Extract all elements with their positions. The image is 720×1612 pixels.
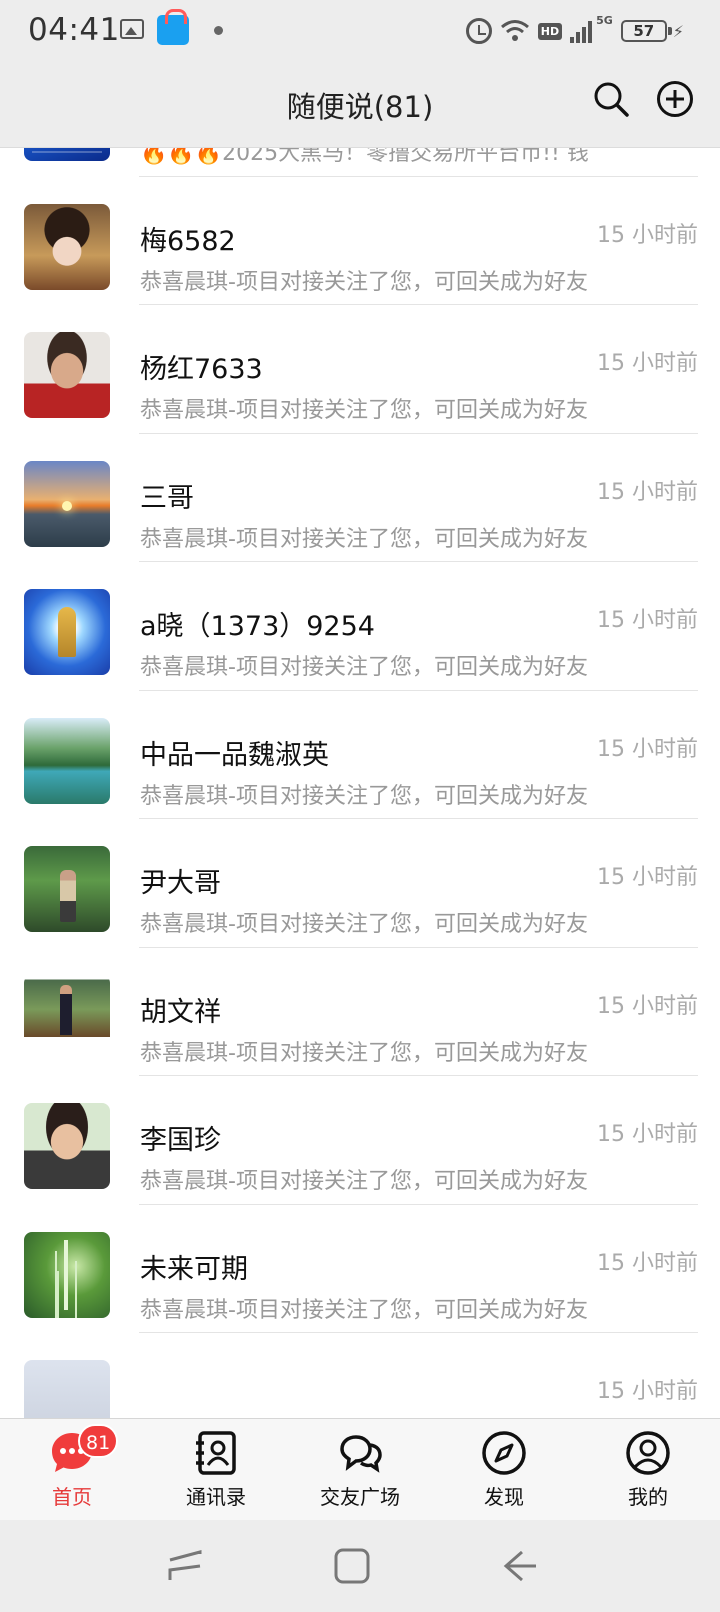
conversation-name: 中品一品魏淑英 [140, 739, 329, 771]
conversation-preview: 恭喜晨琪-项目对接关注了您，可回关成为好友 [140, 912, 588, 937]
conversation-row[interactable]: 杨红7633 15 小时前 恭喜晨琪-项目对接关注了您，可回关成为好友 [0, 305, 720, 434]
conversation-time: 15 小时前 [597, 351, 698, 376]
conversation-row[interactable]: 15 小时前 [0, 1333, 720, 1418]
conversation-time: 15 小时前 [597, 993, 698, 1019]
avatar[interactable] [24, 846, 110, 932]
conversation-name: 胡文祥 [140, 996, 221, 1028]
system-navigation-bar [0, 1520, 720, 1612]
contacts-book-icon [196, 1431, 236, 1475]
conversation-name: a晓（1373）9254 [140, 611, 375, 642]
avatar[interactable] [24, 1103, 110, 1189]
compass-icon [482, 1431, 526, 1475]
back-arrow-icon[interactable] [500, 1546, 540, 1586]
signal-icon [570, 19, 593, 43]
conversation-row[interactable]: 未来可期 15 小时前 恭喜晨琪-项目对接关注了您，可回关成为好友 [0, 1205, 720, 1333]
tab-label: 通讯录 [186, 1485, 246, 1509]
conversation-preview: 恭喜晨琪-项目对接关注了您，可回关成为好友 [140, 398, 588, 423]
avatar[interactable] [24, 1231, 110, 1318]
tab-me[interactable]: 我的 [576, 1419, 720, 1521]
conversation-row[interactable]: 三哥 15 小时前 恭喜晨琪-项目对接关注了您，可回关成为好友 [0, 434, 720, 562]
avatar[interactable] [24, 974, 110, 1061]
avatar[interactable] [24, 203, 110, 290]
avatar[interactable] [24, 1360, 110, 1418]
tab-discover[interactable]: 发现 [432, 1419, 576, 1521]
gallery-notification-icon [120, 19, 144, 39]
avatar[interactable] [24, 460, 110, 547]
battery-icon: 57 [620, 20, 672, 42]
conversation-row[interactable]: 中品一品魏淑英 15 小时前 恭喜晨琪-项目对接关注了您，可回关成为好友 [0, 691, 720, 819]
shopping-bag-notification-icon [157, 9, 189, 45]
double-chat-icon [340, 1435, 382, 1473]
charging-bolt-icon: ⚡ [672, 21, 684, 41]
status-icons: HD 5G 57 ⚡ [465, 14, 684, 48]
user-circle-icon [626, 1431, 670, 1475]
conversation-time: 15 小时前 [597, 1379, 698, 1404]
conversation-name: 未来可期 [140, 1253, 248, 1285]
add-circle-icon[interactable] [656, 80, 694, 118]
conversation-time: 15 小时前 [597, 608, 698, 633]
tab-label: 发现 [484, 1485, 524, 1509]
conversation-time: 15 小时前 [597, 222, 698, 248]
conversation-name: 杨红7633 [140, 354, 263, 385]
conversation-name: 尹大哥 [140, 868, 221, 899]
status-bar: 04:41 HD 5G 57 ⚡ [0, 0, 720, 62]
conversation-time: 15 小时前 [597, 479, 698, 505]
bottom-navigation: 81 首页 通讯录 交友广场 发现 我的 [0, 1418, 720, 1520]
conversation-time: 15 小时前 [597, 1250, 698, 1276]
conversation-name: 梅6582 [140, 225, 236, 257]
conversation-preview: 恭喜晨琪-项目对接关注了您，可回关成为好友 [140, 526, 588, 552]
alarm-icon [465, 18, 492, 44]
wifi-icon [500, 20, 529, 41]
tab-label: 我的 [628, 1485, 668, 1509]
conversation-row[interactable]: a晓（1373）9254 15 小时前 恭喜晨琪-项目对接关注了您，可回关成为好… [0, 562, 720, 691]
tab-label: 首页 [52, 1485, 92, 1509]
avatar[interactable] [24, 332, 110, 418]
conversation-row[interactable]: 李国珍 15 小时前 恭喜晨琪-项目对接关注了您，可回关成为好友 [0, 1076, 720, 1205]
conversation-row[interactable]: 零撸交易所平台币 15 小时前 🔥🔥🔥2025大黑马！零撸交易所平台币!! 钱 [0, 148, 720, 177]
conversation-name: 李国珍 [140, 1125, 221, 1156]
conversation-preview: 恭喜晨琪-项目对接关注了您，可回关成为好友 [140, 1040, 588, 1066]
battery-level: 57 [633, 22, 655, 40]
tab-social-square[interactable]: 交友广场 [288, 1419, 432, 1521]
conversation-preview: 恭喜晨琪-项目对接关注了您，可回关成为好友 [140, 655, 588, 680]
more-notifications-dot-icon [214, 26, 223, 35]
conversation-time: 15 小时前 [597, 1122, 698, 1147]
conversation-row[interactable]: 梅6582 15 小时前 恭喜晨琪-项目对接关注了您，可回关成为好友 [0, 177, 720, 305]
conversation-preview: 恭喜晨琪-项目对接关注了您，可回关成为好友 [140, 1297, 588, 1323]
conversation-time: 15 小时前 [597, 865, 698, 890]
conversation-list[interactable]: 零撸交易所平台币 15 小时前 🔥🔥🔥2025大黑马！零撸交易所平台币!! 钱 … [0, 148, 720, 1418]
search-icon[interactable] [590, 78, 632, 120]
tab-home[interactable]: 81 首页 [0, 1419, 144, 1521]
tab-label: 交友广场 [320, 1485, 400, 1509]
avatar[interactable] [24, 148, 110, 161]
conversation-row[interactable]: 尹大哥 15 小时前 恭喜晨琪-项目对接关注了您，可回关成为好友 [0, 819, 720, 948]
conversation-preview: 🔥🔥🔥2025大黑马！零撸交易所平台币!! 钱 [140, 148, 589, 166]
home-button-icon[interactable] [332, 1546, 372, 1586]
conversation-list-inner: 零撸交易所平台币 15 小时前 🔥🔥🔥2025大黑马！零撸交易所平台币!! 钱 … [0, 148, 720, 1418]
conversation-name: 三哥 [140, 482, 194, 514]
hd-badge: HD [537, 22, 563, 40]
unread-badge: 81 [78, 1424, 119, 1458]
avatar[interactable] [24, 589, 110, 675]
network-type-label: 5G [596, 14, 613, 27]
app-header: 随便说(81) [0, 62, 720, 148]
status-time: 04:41 [28, 12, 120, 48]
recent-apps-icon[interactable] [166, 1546, 206, 1586]
conversation-preview: 恭喜晨琪-项目对接关注了您，可回关成为好友 [140, 269, 588, 295]
conversation-time: 15 小时前 [597, 736, 698, 762]
avatar[interactable] [24, 717, 110, 804]
conversation-preview: 恭喜晨琪-项目对接关注了您，可回关成为好友 [140, 1169, 588, 1194]
tab-contacts[interactable]: 通讯录 [144, 1419, 288, 1521]
conversation-row[interactable]: 胡文祥 15 小时前 恭喜晨琪-项目对接关注了您，可回关成为好友 [0, 948, 720, 1076]
conversation-preview: 恭喜晨琪-项目对接关注了您，可回关成为好友 [140, 783, 588, 809]
